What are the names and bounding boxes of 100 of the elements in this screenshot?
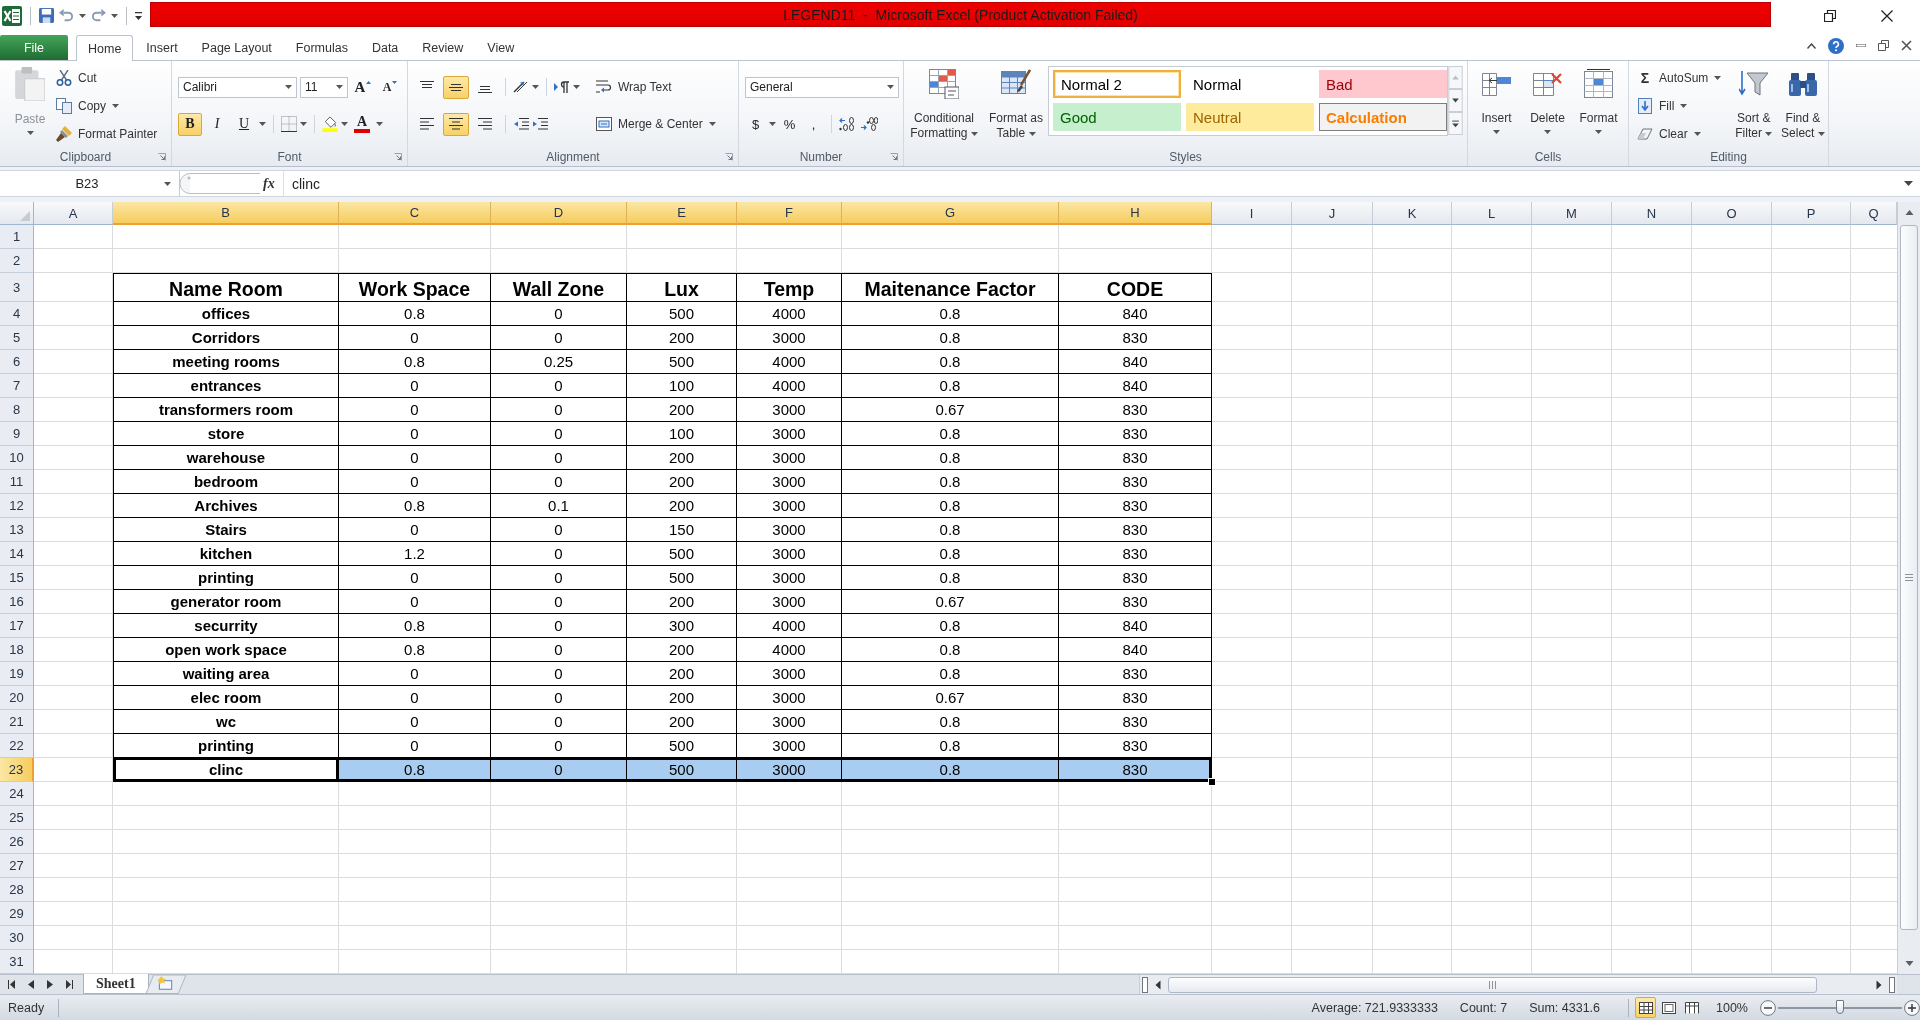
- split-handle-icon[interactable]: [1142, 976, 1148, 993]
- row-header[interactable]: 22: [0, 734, 34, 758]
- vertical-scrollbar[interactable]: [1897, 202, 1920, 974]
- column-header[interactable]: D: [491, 202, 627, 225]
- column-header[interactable]: I: [1212, 202, 1292, 225]
- last-sheet-icon[interactable]: [65, 980, 73, 989]
- format-painter-button[interactable]: Format Painter: [56, 125, 160, 143]
- increase-decimal-icon[interactable]: [839, 117, 857, 131]
- column-header[interactable]: C: [339, 202, 491, 225]
- row-header[interactable]: 31: [0, 950, 34, 974]
- text-angle-icon[interactable]: [513, 79, 529, 95]
- percent-button[interactable]: %: [779, 112, 800, 136]
- row-header[interactable]: 16: [0, 590, 34, 614]
- expand-formula-bar-icon[interactable]: [1904, 181, 1913, 186]
- cell-style-option[interactable]: Good: [1053, 103, 1181, 131]
- row-header[interactable]: 18: [0, 638, 34, 662]
- row-header[interactable]: 20: [0, 686, 34, 710]
- normal-view-button[interactable]: [1635, 997, 1656, 1018]
- decrease-decimal-icon[interactable]: [860, 117, 878, 131]
- comma-style-button[interactable]: ,: [803, 112, 824, 136]
- scrollbar-thumb[interactable]: [1900, 225, 1918, 930]
- row-header[interactable]: 2: [0, 249, 34, 273]
- conditional-formatting-button[interactable]: Conditional Formatting: [904, 61, 984, 147]
- row-header[interactable]: 27: [0, 854, 34, 878]
- format-as-table-button[interactable]: Format as Table: [984, 61, 1048, 147]
- cell-style-option[interactable]: Neutral: [1186, 103, 1314, 131]
- row-header[interactable]: 1: [0, 225, 34, 249]
- font-name-dropdown[interactable]: Calibri: [178, 76, 297, 98]
- spreadsheet-logo-icon[interactable]: [2, 5, 22, 26]
- column-header[interactable]: Q: [1851, 202, 1897, 225]
- ribbon-tab[interactable]: Home: [76, 35, 134, 61]
- close-icon[interactable]: [1881, 9, 1893, 22]
- customize-toolbar-icon[interactable]: [135, 11, 142, 20]
- align-middle-button[interactable]: [443, 75, 469, 99]
- ribbon-tab[interactable]: Review: [411, 36, 475, 60]
- text-direction-icon[interactable]: [554, 79, 570, 95]
- file-menu-tab[interactable]: File: [0, 35, 68, 60]
- clear-button[interactable]: Clear: [1637, 125, 1730, 143]
- caret-icon[interactable]: [769, 122, 776, 126]
- ribbon-tab[interactable]: View: [476, 36, 526, 60]
- column-header[interactable]: M: [1532, 202, 1612, 225]
- ribbon-tab[interactable]: Insert: [135, 36, 189, 60]
- caret-icon[interactable]: [573, 85, 580, 89]
- cut-button[interactable]: Cut: [56, 69, 160, 87]
- ribbon-tab[interactable]: Page Layout: [190, 36, 283, 60]
- zoom-out-icon[interactable]: [1760, 999, 1776, 1016]
- row-header[interactable]: 6: [0, 350, 34, 374]
- caret-icon[interactable]: [259, 122, 266, 126]
- sheet-tab[interactable]: Sheet1: [83, 974, 149, 994]
- caret-icon[interactable]: [341, 122, 348, 126]
- dialog-launcher-icon[interactable]: [394, 152, 402, 161]
- horizontal-scrollbar[interactable]: [1139, 975, 1897, 994]
- row-header[interactable]: 12: [0, 494, 34, 518]
- column-header[interactable]: O: [1692, 202, 1772, 225]
- insert-cells-button[interactable]: Insert: [1471, 61, 1522, 147]
- zoom-in-icon[interactable]: [1904, 999, 1920, 1016]
- zoom-slider-thumb[interactable]: [1836, 999, 1844, 1014]
- row-header[interactable]: 29: [0, 902, 34, 926]
- row-header[interactable]: 28: [0, 878, 34, 902]
- cell-style-option[interactable]: Bad: [1319, 70, 1447, 98]
- ribbon-tab[interactable]: Data: [360, 36, 410, 60]
- cell-style-option[interactable]: Normal 2: [1053, 70, 1181, 98]
- row-header[interactable]: 3: [0, 273, 34, 302]
- copy-button[interactable]: Copy: [56, 97, 160, 115]
- grow-font-button[interactable]: A: [351, 75, 375, 99]
- row-header[interactable]: 26: [0, 830, 34, 854]
- merge-and-center-button[interactable]: Merge & Center: [596, 115, 718, 133]
- row-header[interactable]: 24: [0, 782, 34, 806]
- next-sheet-icon[interactable]: [46, 980, 54, 989]
- column-header[interactable]: P: [1772, 202, 1851, 225]
- format-cells-button[interactable]: Format: [1573, 61, 1624, 147]
- more-styles-icon[interactable]: [1448, 112, 1463, 135]
- split-handle-icon[interactable]: [1889, 976, 1895, 993]
- fill-handle[interactable]: [1208, 778, 1216, 786]
- increase-indent-icon[interactable]: [532, 116, 548, 132]
- currency-button[interactable]: $: [745, 112, 766, 136]
- paint-bucket-icon[interactable]: [322, 116, 338, 132]
- row-header[interactable]: 15: [0, 566, 34, 590]
- dialog-launcher-icon[interactable]: [158, 152, 166, 161]
- find-and-select-button[interactable]: Find & Select: [1777, 61, 1828, 147]
- caret-icon[interactable]: [111, 13, 118, 18]
- row-header[interactable]: 23: [0, 758, 34, 782]
- delete-cells-button[interactable]: Delete: [1522, 61, 1573, 147]
- row-header[interactable]: 19: [0, 662, 34, 686]
- column-header[interactable]: F: [737, 202, 842, 225]
- dialog-launcher-icon[interactable]: [725, 152, 733, 161]
- column-header[interactable]: L: [1452, 202, 1532, 225]
- column-header[interactable]: B: [113, 202, 339, 225]
- previous-sheet-icon[interactable]: [27, 980, 35, 989]
- column-header[interactable]: A: [34, 202, 113, 225]
- bold-button[interactable]: B: [178, 112, 202, 136]
- column-header[interactable]: K: [1373, 202, 1452, 225]
- caret-icon[interactable]: [300, 122, 307, 126]
- help-icon[interactable]: [1828, 37, 1844, 54]
- scrollbar-thumb[interactable]: [1168, 976, 1817, 993]
- row-header[interactable]: 4: [0, 302, 34, 326]
- row-header[interactable]: 25: [0, 806, 34, 830]
- underline-button[interactable]: U: [232, 112, 256, 136]
- row-header[interactable]: 10: [0, 446, 34, 470]
- align-center-button[interactable]: [443, 112, 469, 136]
